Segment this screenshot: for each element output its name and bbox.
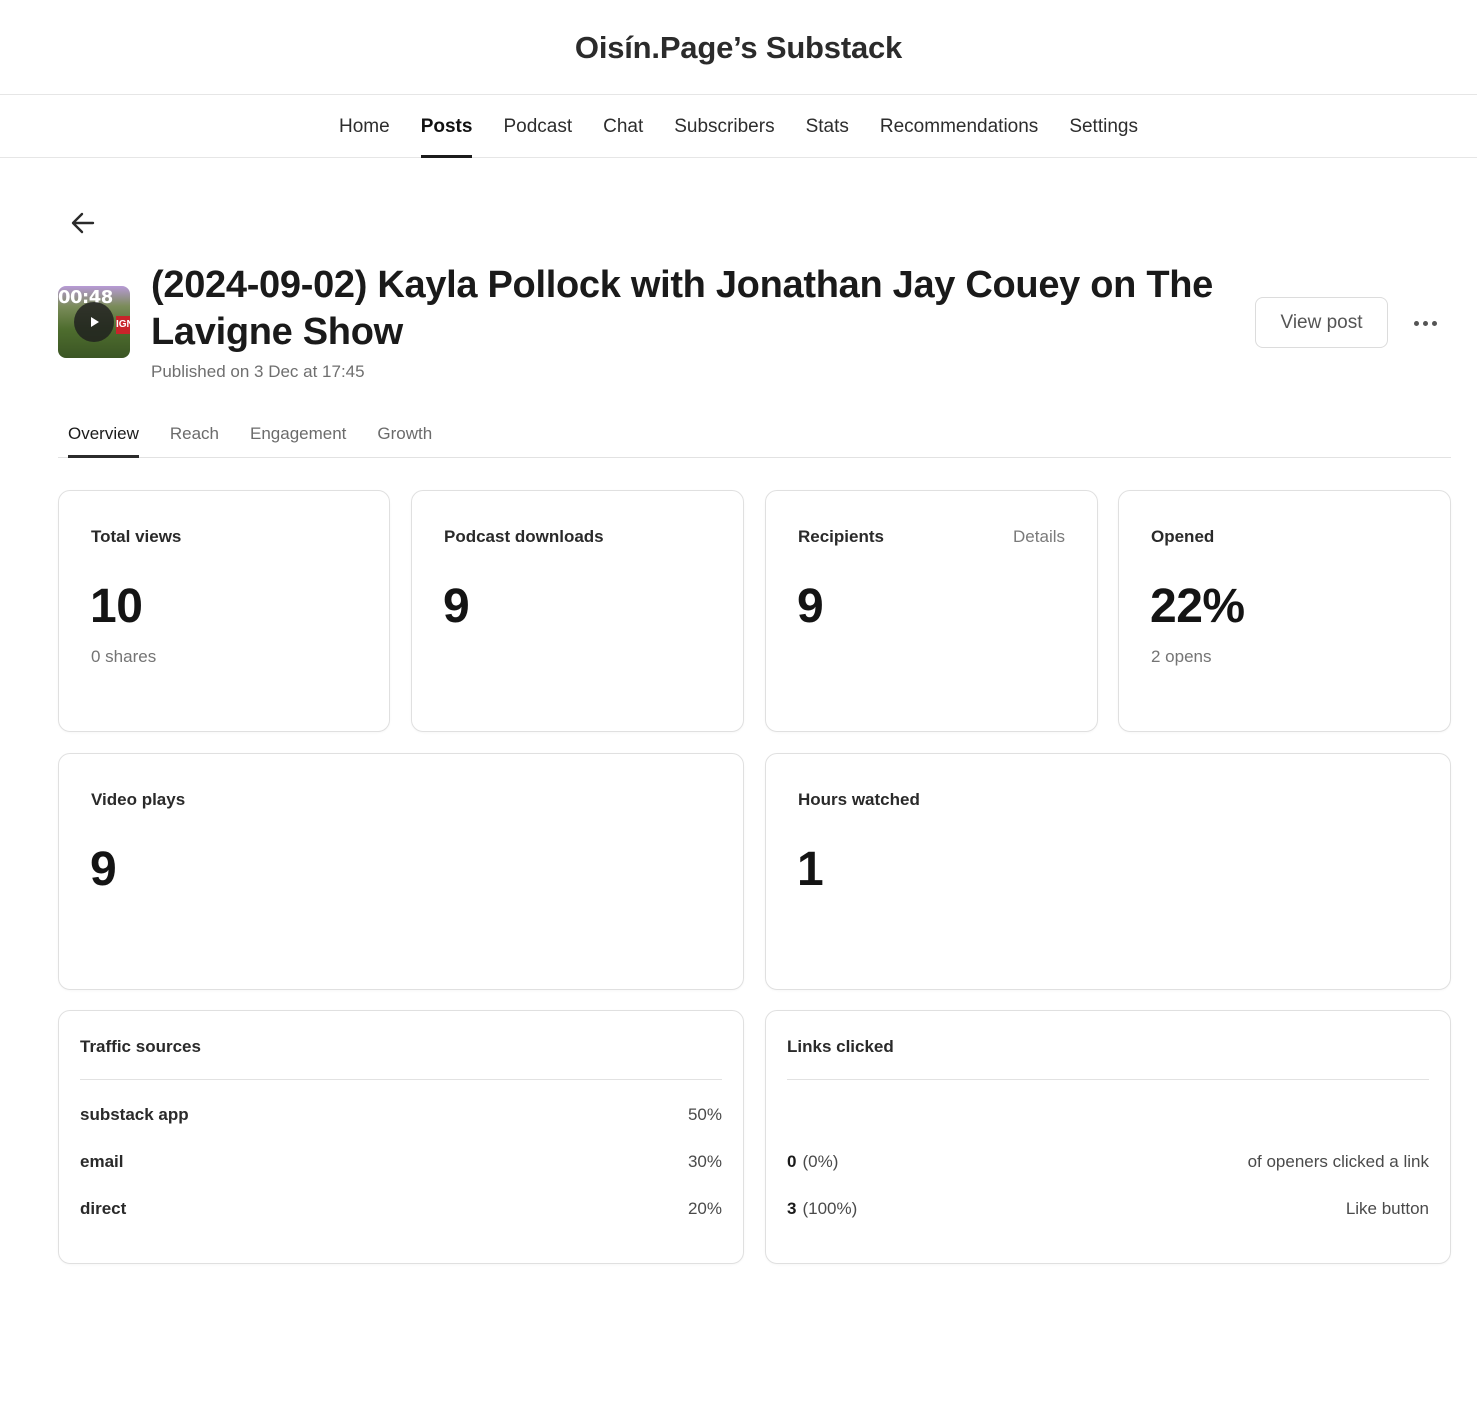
source-percent: 20% (687, 1199, 722, 1218)
dot (1422, 320, 1428, 326)
link-description: of openers clicked a link (1247, 1152, 1429, 1171)
post-title: (2024-09-02) Kayla Pollock with Jonathan… (151, 264, 1214, 353)
source-name: email (80, 1152, 124, 1171)
divider (80, 1079, 722, 1080)
list-item: 0 (0%) of openers clicked a link (787, 1152, 1429, 1172)
top-navigation: Home Posts Podcast Chat Subscribers Stat… (0, 95, 1477, 158)
card-label: Hours watched (798, 790, 920, 809)
hours-watched-card: Hours watched 1 (765, 753, 1451, 990)
list-item: direct 20% (80, 1199, 722, 1219)
click-count: 0 (787, 1152, 797, 1171)
tab-reach[interactable]: Reach (170, 412, 219, 457)
card-subtext: 0 shares (91, 647, 157, 666)
total-views-card: Total views 10 0 shares (58, 490, 390, 732)
recipients-card: Recipients Details 9 (765, 490, 1098, 732)
details-link[interactable]: Details (1013, 527, 1065, 547)
tab-engagement[interactable]: Engagement (250, 412, 346, 457)
click-percent: (0%) (802, 1152, 839, 1171)
card-value: 1 (797, 843, 824, 896)
click-percent: (100%) (802, 1199, 858, 1218)
nav-item-settings[interactable]: Settings (1069, 95, 1138, 157)
nav-item-recommendations[interactable]: Recommendations (880, 95, 1038, 157)
source-name: direct (80, 1199, 127, 1218)
card-title: Links clicked (787, 1037, 894, 1056)
podcast-downloads-card: Podcast downloads 9 (411, 490, 744, 732)
published-date: Published on 3 Dec at 17:45 (151, 362, 365, 381)
card-value: 22% (1150, 580, 1245, 633)
card-value: 9 (443, 580, 470, 633)
arrow-left-icon[interactable] (68, 208, 98, 238)
stats-tabs: Overview Reach Engagement Growth (58, 412, 1451, 458)
nav-item-chat[interactable]: Chat (603, 95, 643, 157)
source-percent: 50% (687, 1105, 722, 1124)
divider (787, 1079, 1429, 1080)
site-title[interactable]: Oisín.Page’s Substack (575, 30, 902, 66)
thumbnail-badge: IGN (116, 316, 130, 334)
source-percent: 30% (687, 1152, 722, 1171)
card-title: Traffic sources (80, 1037, 201, 1056)
nav-item-stats[interactable]: Stats (806, 95, 849, 157)
nav-item-posts[interactable]: Posts (420, 95, 472, 158)
tab-growth[interactable]: Growth (377, 412, 432, 457)
video-plays-card: Video plays 9 (58, 753, 744, 990)
card-label: Video plays (91, 790, 186, 809)
card-label: Podcast downloads (444, 527, 604, 546)
links-clicked-card: Links clicked 0 (0%) of openers clicked a… (765, 1010, 1451, 1264)
dot (1431, 320, 1437, 326)
view-post-button[interactable]: View post (1255, 297, 1388, 348)
card-value: 9 (797, 580, 824, 633)
list-item: email 30% (80, 1152, 722, 1172)
list-item: 3 (100%) Like button (787, 1199, 1429, 1219)
source-name: substack app (80, 1105, 189, 1124)
card-value: 10 (90, 580, 143, 633)
dot (1413, 320, 1419, 326)
card-label: Total views (91, 527, 182, 546)
card-label: Recipients (798, 527, 884, 546)
link-description: Like button (1345, 1199, 1429, 1218)
click-count: 3 (787, 1199, 797, 1218)
list-item: substack app 50% (80, 1105, 722, 1125)
card-value: 9 (90, 843, 117, 896)
nav-item-home[interactable]: Home (339, 95, 390, 157)
nav-item-podcast[interactable]: Podcast (503, 95, 572, 157)
tab-overview[interactable]: Overview (68, 412, 139, 458)
card-subtext: 2 opens (1151, 647, 1212, 666)
site-header: Oisín.Page’s Substack (0, 0, 1477, 95)
post-thumbnail[interactable]: 00:48 IGN (58, 286, 130, 358)
card-label: Opened (1151, 527, 1215, 546)
nav-item-subscribers[interactable]: Subscribers (674, 95, 774, 157)
traffic-sources-card: Traffic sources substack app 50% email 3… (58, 1010, 744, 1264)
click-stat: 3 (100%) (787, 1199, 857, 1219)
opened-card: Opened 22% 2 opens (1118, 490, 1451, 732)
more-horizontal-icon[interactable] (1408, 306, 1442, 340)
click-stat: 0 (0%) (787, 1152, 838, 1172)
play-icon[interactable] (74, 302, 114, 342)
